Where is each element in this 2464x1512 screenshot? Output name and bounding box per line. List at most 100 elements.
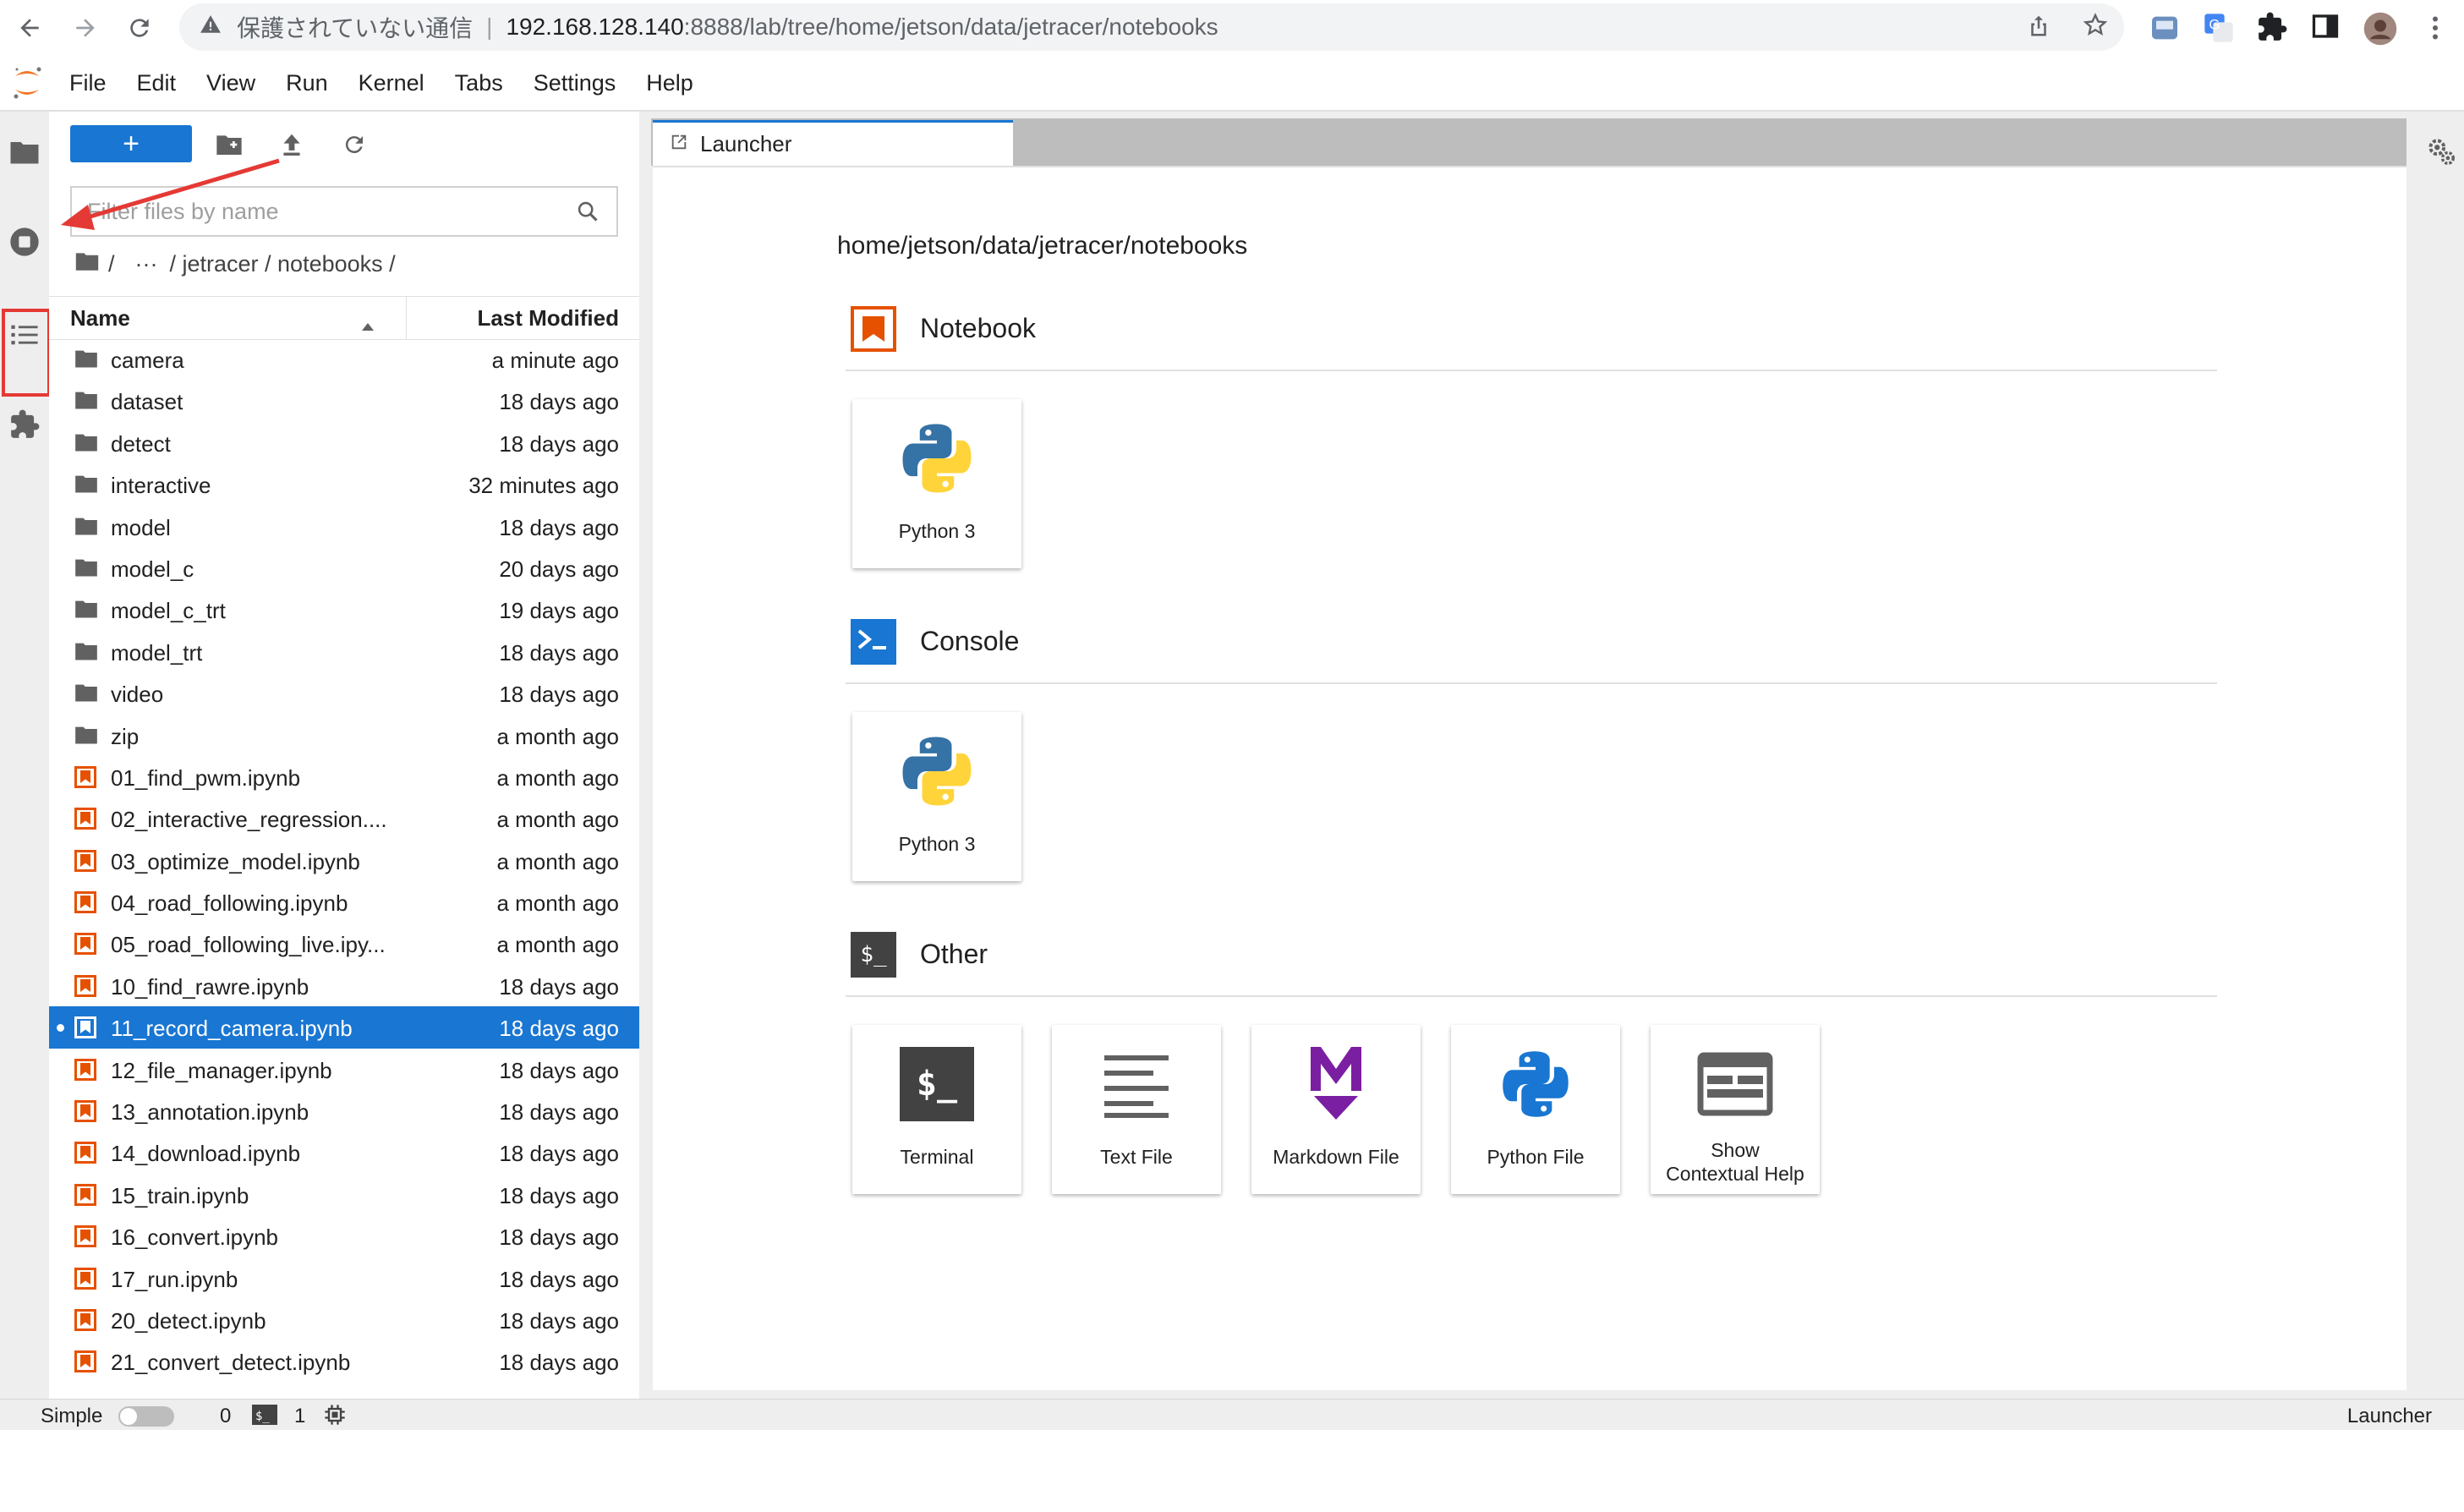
menu-run[interactable]: Run (271, 70, 343, 96)
text-file-card[interactable]: Text File (1052, 1025, 1221, 1194)
menu-tabs[interactable]: Tabs (440, 70, 518, 96)
folder-icon (74, 641, 98, 663)
notebook-file-icon (74, 974, 98, 997)
arrow-right-icon (76, 19, 95, 37)
file-browser-tab[interactable] (4, 132, 45, 173)
translate-icon[interactable]: G (2202, 11, 2236, 45)
annotation-highlight-box (2, 309, 51, 397)
notebook-row[interactable]: 15_train.ipynb 18 days ago (49, 1174, 639, 1215)
property-inspector-tab[interactable] (2425, 135, 2457, 172)
console-section-icon (851, 619, 896, 665)
menu-view[interactable]: View (191, 70, 271, 96)
file-modified: 18 days ago (499, 1350, 619, 1376)
menu-edit[interactable]: Edit (122, 70, 192, 96)
menu-help[interactable]: Help (631, 70, 709, 96)
extension-app-icon[interactable] (2148, 11, 2182, 45)
breadcrumb-path[interactable]: / jetracer / notebooks / (170, 251, 396, 277)
svg-text:$_: $_ (255, 1410, 270, 1423)
notebook-row[interactable]: 21_convert_detect.ipynb 18 days ago (49, 1340, 639, 1382)
new-launcher-button[interactable]: + (70, 125, 192, 162)
notebook-row[interactable]: 20_detect.ipynb 18 days ago (49, 1299, 639, 1340)
python-file-card[interactable]: Python File (1451, 1025, 1620, 1194)
notebook-row[interactable]: 13_annotation.ipynb 18 days ago (49, 1090, 639, 1131)
notebook-row[interactable]: 12_file_manager.ipynb 18 days ago (49, 1049, 639, 1090)
contextual-help-card[interactable]: Show Contextual Help (1651, 1025, 1820, 1194)
profile-avatar[interactable] (2363, 11, 2397, 46)
file-list: camera a minute ago dataset 18 days ago dete… (49, 338, 639, 1512)
folder-row[interactable]: model_c 20 days ago (49, 547, 639, 589)
notebook-row[interactable]: 03_optimize_model.ipynb a month ago (49, 840, 639, 881)
folder-row[interactable]: zip a month ago (49, 715, 639, 756)
notebook-file-icon (74, 1183, 98, 1206)
file-name: 15_train.ipynb (111, 1182, 249, 1208)
file-modified: a month ago (496, 890, 619, 917)
notebook-python3-card[interactable]: Python 3 (852, 399, 1021, 568)
tab-launcher[interactable]: Launcher (653, 120, 1013, 166)
new-folder-button[interactable] (213, 129, 245, 161)
breadcrumb-ellipsis[interactable]: ··· (135, 251, 158, 277)
folder-row[interactable]: video 18 days ago (49, 672, 639, 714)
breadcrumb-home[interactable] (74, 251, 100, 277)
folder-row[interactable]: detect 18 days ago (49, 422, 639, 463)
notebook-section-title: Notebook (920, 313, 1036, 343)
folder-row[interactable]: dataset 18 days ago (49, 380, 639, 421)
notebook-row[interactable]: 16_convert.ipynb 18 days ago (49, 1215, 639, 1257)
file-modified: 18 days ago (499, 389, 619, 415)
folder-row[interactable]: model 18 days ago (49, 506, 639, 547)
menu-kernel[interactable]: Kernel (343, 70, 440, 96)
upload-icon (283, 134, 300, 156)
file-modified: 18 days ago (499, 1016, 619, 1042)
contextual-help-label-line1: Show (1711, 1139, 1760, 1161)
folder-row[interactable]: model_c_trt 19 days ago (49, 589, 639, 630)
menu-file[interactable]: File (54, 70, 122, 96)
gears-icon (2428, 139, 2455, 165)
notebook-row[interactable]: 04_road_following.ipynb a month ago (49, 881, 639, 923)
notebook-file-icon (74, 1308, 98, 1331)
bookmark-star-icon[interactable] (2082, 12, 2109, 43)
kernel-count[interactable]: 0 (220, 1405, 231, 1428)
left-activity-bar (0, 112, 51, 1399)
reload-button[interactable] (122, 10, 157, 46)
launcher-panel: home/jetson/data/jetracer/notebooks Note… (653, 166, 2407, 1390)
terminal-card[interactable]: $_ Terminal (852, 1025, 1021, 1194)
breadcrumb-root[interactable]: / (108, 251, 115, 277)
file-modified: 18 days ago (499, 430, 619, 457)
upload-button[interactable] (276, 129, 308, 161)
forward-button[interactable] (68, 10, 103, 46)
notebook-row[interactable]: 01_find_pwm.ipynb a month ago (49, 756, 639, 797)
terminal-count[interactable]: 1 (294, 1405, 305, 1428)
folder-row[interactable]: camera a minute ago (49, 338, 639, 380)
notebook-file-icon (74, 1058, 98, 1081)
filter-files-input[interactable] (85, 197, 562, 226)
console-python3-card[interactable]: Python 3 (852, 712, 1021, 881)
file-name: camera (111, 348, 184, 373)
side-panel-icon[interactable] (2310, 11, 2344, 45)
markdown-file-card[interactable]: Markdown File (1251, 1025, 1421, 1194)
name-column-header[interactable]: Name (70, 305, 130, 331)
back-button[interactable] (12, 10, 47, 46)
notebook-row[interactable]: 10_find_rawre.ipynb 18 days ago (49, 965, 639, 1006)
notebook-row[interactable]: 17_run.ipynb 18 days ago (49, 1257, 639, 1299)
notebook-file-icon (74, 1225, 98, 1248)
column-divider[interactable] (406, 297, 407, 339)
running-sessions-tab[interactable] (4, 222, 45, 262)
extension-manager-tab[interactable] (4, 404, 45, 445)
extensions-puzzle-icon[interactable] (2256, 11, 2290, 45)
file-modified: 18 days ago (499, 1307, 619, 1334)
simple-mode-toggle[interactable] (118, 1406, 174, 1427)
notebook-row[interactable]: 02_interactive_regression.... a month ago (49, 797, 639, 839)
last-modified-column-header[interactable]: Last Modified (477, 305, 619, 331)
folder-row[interactable]: interactive 32 minutes ago (49, 463, 639, 505)
share-icon[interactable] (2026, 12, 2051, 43)
notebook-row[interactable]: 11_record_camera.ipynb 18 days ago (49, 1006, 639, 1049)
notebook-row[interactable]: 14_download.ipynb 18 days ago (49, 1131, 639, 1173)
refresh-button[interactable] (338, 129, 370, 161)
menu-settings[interactable]: Settings (518, 70, 632, 96)
notebook-row[interactable]: 05_road_following_live.ipy... a month ago (49, 923, 639, 964)
terminal-label: Terminal (900, 1146, 974, 1168)
browser-menu-icon[interactable] (2420, 11, 2454, 45)
folder-row[interactable]: model_trt 18 days ago (49, 631, 639, 672)
address-bar[interactable]: 保護されていない通信 | 192.168.128.140:8888/lab/tr… (179, 3, 2124, 51)
notebook-file-icon (74, 1267, 98, 1290)
python-logo-icon (895, 416, 979, 501)
